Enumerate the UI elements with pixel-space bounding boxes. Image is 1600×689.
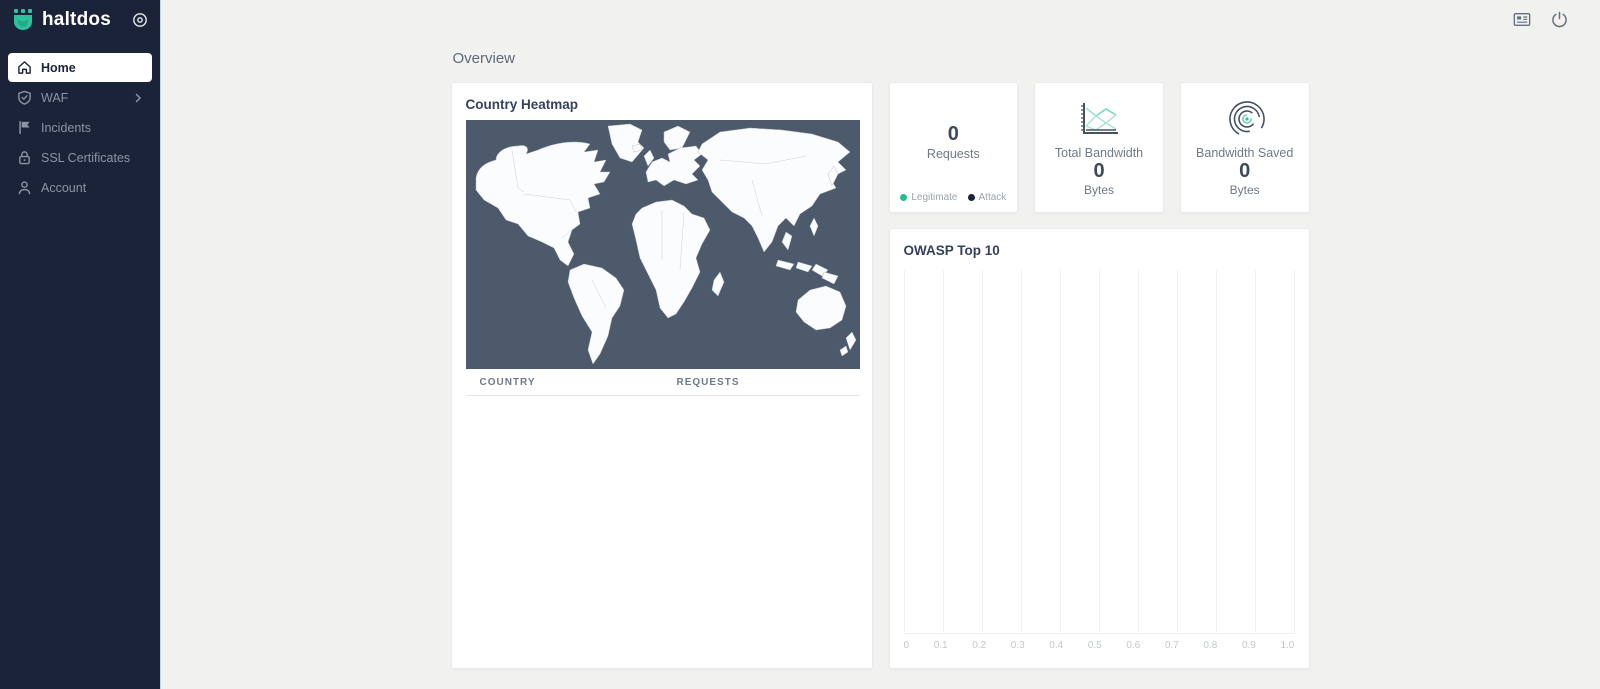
requests-label: Requests <box>927 147 980 161</box>
sidebar: haltdos Home WAF <box>0 0 161 689</box>
sidebar-item-home[interactable]: Home <box>8 53 152 82</box>
table-header-row: Country Requests <box>466 369 860 396</box>
total-bandwidth-unit: Bytes <box>1084 183 1114 197</box>
haltdos-logo-icon <box>12 9 35 31</box>
sidebar-item-label: WAF <box>41 91 68 105</box>
sidebar-nav: Home WAF Incidents <box>0 39 160 202</box>
x-tick: 0.2 <box>972 640 986 654</box>
bandwidth-saved-stat-card: Bandwidth Saved 0 Bytes <box>1180 82 1310 213</box>
country-heatmap-card: Country Heatmap <box>451 82 873 669</box>
lock-icon <box>17 150 32 165</box>
owasp-top10-card: OWASP Top 10 <box>889 228 1310 669</box>
sidebar-item-label: Incidents <box>41 121 91 135</box>
x-tick: 0.3 <box>1011 640 1025 654</box>
sidebar-item-waf[interactable]: WAF <box>8 83 152 112</box>
sidebar-item-label: SSL Certificates <box>41 151 130 165</box>
gridline <box>904 270 905 633</box>
x-tick: 0.6 <box>1126 640 1140 654</box>
total-bandwidth-label: Total Bandwidth <box>1055 146 1143 160</box>
column-header-country: Country <box>466 369 663 395</box>
gridline <box>943 270 944 633</box>
main-content: Overview Country Heatmap <box>161 0 1600 669</box>
requests-legend: Legitimate Attack <box>890 192 1018 203</box>
user-icon <box>17 180 32 195</box>
chart-gridlines <box>904 270 1295 633</box>
country-requests-table: Country Requests <box>466 369 860 396</box>
x-tick: 0.7 <box>1165 640 1179 654</box>
bandwidth-saved-label: Bandwidth Saved <box>1196 146 1293 160</box>
bandwidth-saved-value: 0 <box>1239 160 1250 182</box>
area-chart-icon <box>1076 98 1122 140</box>
gridline <box>1216 270 1217 633</box>
page-title: Overview <box>453 50 1311 67</box>
shield-icon <box>17 90 32 105</box>
gridline <box>1177 270 1178 633</box>
x-axis-tick-labels: 0 0.1 0.2 0.3 0.4 0.5 0.6 0.7 0.8 0.9 1.… <box>904 634 1295 654</box>
gridline <box>1255 270 1256 633</box>
license-card-icon[interactable] <box>1513 11 1531 28</box>
owasp-chart-plot[interactable] <box>904 270 1295 634</box>
radar-icon <box>1223 98 1267 140</box>
bandwidth-saved-unit: Bytes <box>1230 183 1260 197</box>
legitimate-dot-icon <box>900 194 907 201</box>
sidebar-item-label: Account <box>41 181 86 195</box>
requests-value: 0 <box>948 123 959 145</box>
x-tick: 1.0 <box>1280 640 1294 654</box>
gridline <box>1294 270 1295 633</box>
home-icon <box>17 60 32 75</box>
attack-dot-icon <box>968 194 975 201</box>
sidebar-item-label: Home <box>41 61 76 75</box>
x-tick: 0.4 <box>1049 640 1063 654</box>
world-map-svg <box>466 120 860 369</box>
legend-item-attack: Attack <box>968 192 1007 203</box>
x-tick: 0.1 <box>934 640 948 654</box>
legend-label: Legitimate <box>911 192 957 203</box>
column-header-requests: Requests <box>663 369 860 395</box>
legend-label: Attack <box>979 192 1007 203</box>
gridline <box>1021 270 1022 633</box>
sidebar-item-incidents[interactable]: Incidents <box>8 113 152 142</box>
card-title: OWASP Top 10 <box>904 243 1295 258</box>
right-column: 0 Requests Legitimate Attack <box>889 82 1310 669</box>
card-title: Country Heatmap <box>466 97 858 112</box>
world-map[interactable] <box>466 120 860 369</box>
flag-icon <box>17 120 32 135</box>
total-bandwidth-stat-card: Total Bandwidth 0 Bytes <box>1034 82 1164 213</box>
gridline <box>1060 270 1061 633</box>
requests-stat-card: 0 Requests Legitimate Attack <box>889 82 1019 213</box>
sidebar-item-ssl-certificates[interactable]: SSL Certificates <box>8 143 152 172</box>
x-tick: 0.5 <box>1088 640 1102 654</box>
topbar-actions <box>1513 11 1568 28</box>
x-tick: 0.8 <box>1203 640 1217 654</box>
gridline <box>982 270 983 633</box>
power-icon[interactable] <box>1551 11 1568 28</box>
gridline <box>1138 270 1139 633</box>
chevron-right-icon <box>133 93 143 103</box>
sidebar-item-account[interactable]: Account <box>8 173 152 202</box>
brand-name: haltdos <box>42 9 111 31</box>
total-bandwidth-value: 0 <box>1093 160 1104 182</box>
x-tick: 0 <box>904 640 910 654</box>
settings-disc-icon[interactable] <box>132 12 148 28</box>
legend-item-legitimate: Legitimate <box>900 192 957 203</box>
logo-row: haltdos <box>0 0 160 39</box>
x-tick: 0.9 <box>1242 640 1256 654</box>
stats-row: 0 Requests Legitimate Attack <box>889 82 1310 213</box>
gridline <box>1099 270 1100 633</box>
